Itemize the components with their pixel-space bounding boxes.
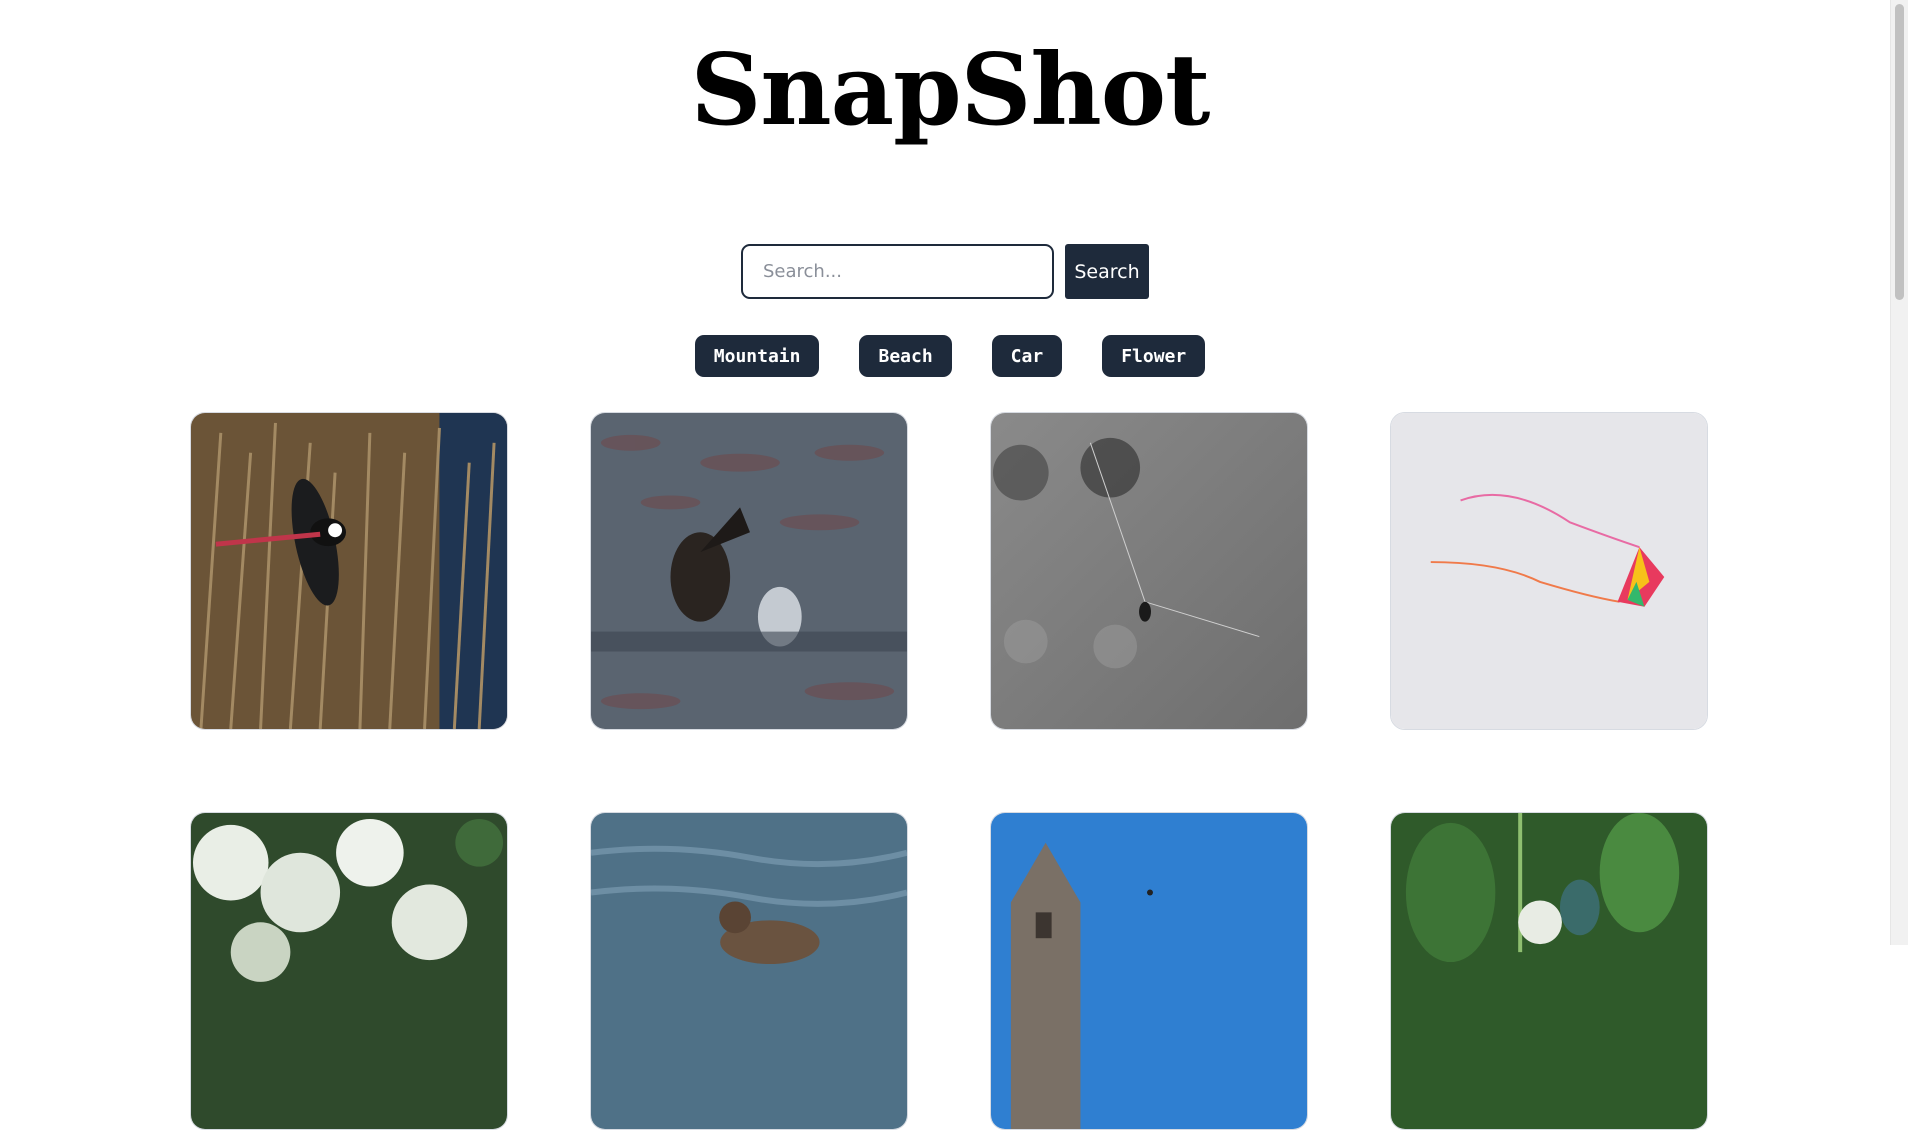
- app-title: SnapShot: [690, 33, 1211, 148]
- photo-image: [991, 813, 1307, 1129]
- photo-fly[interactable]: [1390, 812, 1708, 1130]
- search-button[interactable]: Search: [1065, 244, 1149, 299]
- photo-church-tower[interactable]: [990, 812, 1308, 1130]
- category-button-beach[interactable]: Beach: [859, 335, 952, 377]
- category-button-mountain[interactable]: Mountain: [694, 335, 820, 377]
- photo-hydrangea[interactable]: [190, 812, 508, 1130]
- photo-stilt-bird[interactable]: [190, 412, 508, 730]
- photo-image: [591, 813, 907, 1129]
- category-button-flower[interactable]: Flower: [1102, 335, 1206, 377]
- photo-image: [1391, 413, 1707, 729]
- photo-spider[interactable]: [990, 412, 1308, 730]
- photo-image: [1391, 813, 1707, 1129]
- scrollbar-thumb[interactable]: [1895, 4, 1904, 300]
- search-input[interactable]: [741, 244, 1054, 299]
- category-buttons: Mountain Beach Car Flower: [0, 335, 1900, 377]
- photo-image: [191, 413, 507, 729]
- photo-image: [991, 413, 1307, 729]
- search-form: Search: [741, 244, 1149, 299]
- photo-kite[interactable]: [1390, 412, 1708, 730]
- vertical-scrollbar[interactable]: [1890, 0, 1908, 945]
- page: SnapShot Search Mountain Beach Car Flowe…: [0, 0, 1890, 1130]
- category-button-car[interactable]: Car: [991, 335, 1063, 377]
- photo-image: [591, 413, 907, 729]
- photo-image: [191, 813, 507, 1129]
- photo-cormorant[interactable]: [590, 412, 908, 730]
- photo-duck[interactable]: [590, 812, 908, 1130]
